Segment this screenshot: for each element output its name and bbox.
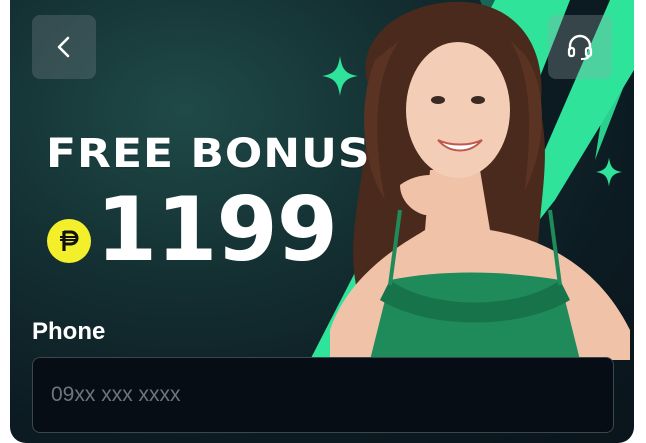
headset-icon bbox=[567, 34, 593, 60]
phone-label: Phone bbox=[32, 318, 106, 345]
support-button[interactable] bbox=[548, 15, 612, 79]
back-button[interactable] bbox=[32, 15, 96, 79]
phone-input[interactable] bbox=[33, 358, 613, 432]
promo-title: FREE BONUS bbox=[46, 130, 371, 177]
sparkle-icon bbox=[322, 56, 358, 96]
peso-icon bbox=[47, 219, 91, 263]
sparkle-icon bbox=[596, 157, 622, 187]
bonus-amount: 1199 bbox=[96, 178, 338, 281]
bonus-banner: FREE BONUS 1199 Phone bbox=[10, 0, 634, 443]
chevron-left-icon bbox=[57, 36, 70, 58]
phone-field[interactable] bbox=[32, 357, 614, 433]
